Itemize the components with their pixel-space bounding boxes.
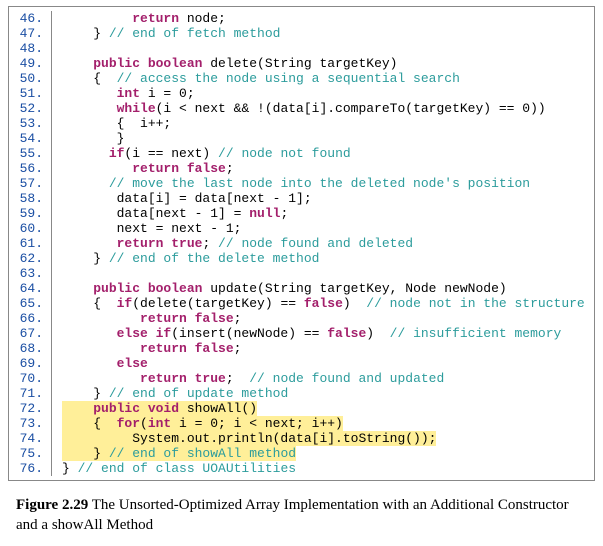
code-line-content: data[i] = data[next - 1];: [62, 191, 312, 206]
code-line: 52. while(i < next && !(data[i].compareT…: [9, 101, 594, 116]
code-line: 50. { // access the node using a sequent…: [9, 71, 594, 86]
code-line-content: System.out.println(data[i].toString());: [62, 431, 436, 446]
code-line-content: while(i < next && !(data[i].compareTo(ta…: [62, 101, 546, 116]
line-number: 70.: [9, 371, 52, 386]
code-line: 63.: [9, 266, 594, 281]
code-line-content: // move the last node into the deleted n…: [62, 176, 530, 191]
code-line: 73. { for(int i = 0; i < next; i++): [9, 416, 594, 431]
line-number: 71.: [9, 386, 52, 401]
line-number: 48.: [9, 41, 52, 56]
code-line-content: else: [62, 356, 148, 371]
line-number: 55.: [9, 146, 52, 161]
code-line-content: } // end of class UOAUtilities: [62, 461, 296, 476]
code-line: 68. return false;: [9, 341, 594, 356]
code-line: 51. int i = 0;: [9, 86, 594, 101]
code-line: 49. public boolean delete(String targetK…: [9, 56, 594, 71]
code-line: 55. if(i == next) // node not found: [9, 146, 594, 161]
code-line: 76. } // end of class UOAUtilities: [9, 461, 594, 476]
code-line: 65. { if(delete(targetKey) == false) // …: [9, 296, 594, 311]
code-line: 64. public boolean update(String targetK…: [9, 281, 594, 296]
code-line: 59. data[next - 1] = null;: [9, 206, 594, 221]
line-number: 57.: [9, 176, 52, 191]
code-line: 56. return false;: [9, 161, 594, 176]
code-listing-frame: 46. return node;47. } // end of fetch me…: [8, 6, 595, 481]
code-line: 62. } // end of the delete method: [9, 251, 594, 266]
figure-caption: Figure 2.29 The Unsorted-Optimized Array…: [16, 495, 587, 536]
line-number: 72.: [9, 401, 52, 416]
code-line: 72. public void showAll(): [9, 401, 594, 416]
line-number: 67.: [9, 326, 52, 341]
line-number: 65.: [9, 296, 52, 311]
line-number: 63.: [9, 266, 52, 281]
line-number: 66.: [9, 311, 52, 326]
code-line-content: return false;: [62, 311, 241, 326]
line-number: 69.: [9, 356, 52, 371]
code-line-content: }: [62, 131, 124, 146]
code-line: 71. } // end of update method: [9, 386, 594, 401]
code-line-content: next = next - 1;: [62, 221, 241, 236]
code-line-content: public void showAll(): [62, 401, 257, 416]
code-line-content: return true; // node found and deleted: [62, 236, 413, 251]
line-number: 59.: [9, 206, 52, 221]
code-line: 53. { i++;: [9, 116, 594, 131]
code-line-content: } // end of the delete method: [62, 251, 319, 266]
code-line-content: public boolean delete(String targetKey): [62, 56, 397, 71]
code-listing: 46. return node;47. } // end of fetch me…: [9, 11, 594, 476]
code-line: 67. else if(insert(newNode) == false) //…: [9, 326, 594, 341]
line-number: 54.: [9, 131, 52, 146]
code-line: 74. System.out.println(data[i].toString(…: [9, 431, 594, 446]
code-line: 57. // move the last node into the delet…: [9, 176, 594, 191]
figure-caption-text: The Unsorted-Optimized Array Implementat…: [16, 497, 569, 533]
line-number: 47.: [9, 26, 52, 41]
code-line: 54. }: [9, 131, 594, 146]
code-line-content: } // end of fetch method: [62, 26, 280, 41]
code-line-content: { if(delete(targetKey) == false) // node…: [62, 296, 585, 311]
line-number: 74.: [9, 431, 52, 446]
code-line-content: { // access the node using a sequential …: [62, 71, 460, 86]
code-line-content: return false;: [62, 161, 234, 176]
line-number: 73.: [9, 416, 52, 431]
code-line-content: public boolean update(String targetKey, …: [62, 281, 507, 296]
line-number: 51.: [9, 86, 52, 101]
line-number: 76.: [9, 461, 52, 476]
line-number: 68.: [9, 341, 52, 356]
code-line-content: else if(insert(newNode) == false) // ins…: [62, 326, 561, 341]
code-line: 70. return true; // node found and updat…: [9, 371, 594, 386]
line-number: 60.: [9, 221, 52, 236]
code-line-content: return false;: [62, 341, 241, 356]
code-line-content: } // end of update method: [62, 386, 288, 401]
code-line-content: if(i == next) // node not found: [62, 146, 351, 161]
code-line: 75. } // end of showAll method: [9, 446, 594, 461]
line-number: 50.: [9, 71, 52, 86]
code-line-content: data[next - 1] = null;: [62, 206, 288, 221]
line-number: 61.: [9, 236, 52, 251]
line-number: 46.: [9, 11, 52, 26]
code-line-content: int i = 0;: [62, 86, 195, 101]
line-number: 64.: [9, 281, 52, 296]
code-line: 60. next = next - 1;: [9, 221, 594, 236]
code-line: 69. else: [9, 356, 594, 371]
figure-number: Figure 2.29: [16, 497, 88, 513]
code-line: 61. return true; // node found and delet…: [9, 236, 594, 251]
code-line: 47. } // end of fetch method: [9, 26, 594, 41]
code-line-content: return true; // node found and updated: [62, 371, 444, 386]
code-line: 58. data[i] = data[next - 1];: [9, 191, 594, 206]
line-number: 56.: [9, 161, 52, 176]
line-number: 58.: [9, 191, 52, 206]
code-line: 66. return false;: [9, 311, 594, 326]
code-line-content: return node;: [62, 11, 226, 26]
line-number: 49.: [9, 56, 52, 71]
code-line-content: } // end of showAll method: [62, 446, 296, 461]
code-line: 46. return node;: [9, 11, 594, 26]
line-number: 62.: [9, 251, 52, 266]
code-line-content: { for(int i = 0; i < next; i++): [62, 416, 343, 431]
code-line: 48.: [9, 41, 594, 56]
line-number: 75.: [9, 446, 52, 461]
code-line-content: { i++;: [62, 116, 171, 131]
line-number: 53.: [9, 116, 52, 131]
line-number: 52.: [9, 101, 52, 116]
